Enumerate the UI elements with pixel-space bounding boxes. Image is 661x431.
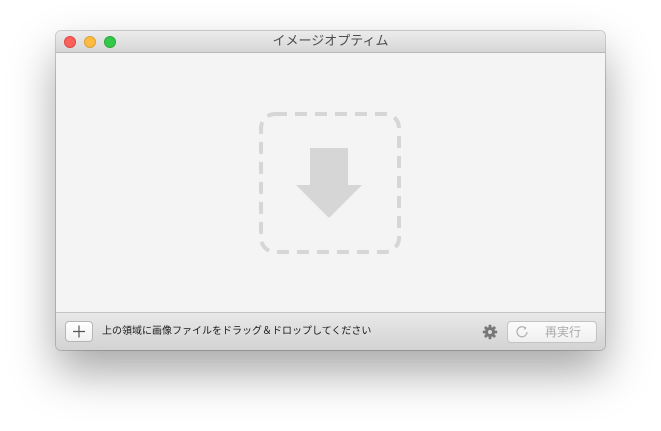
drop-zone[interactable] xyxy=(56,53,605,312)
add-files-button[interactable] xyxy=(65,321,93,342)
drop-hint-text: 上の領域に画像ファイルをドラッグ＆ドロップしてください xyxy=(102,326,372,337)
plus-icon xyxy=(73,325,85,338)
rerun-button[interactable]: 再実行 xyxy=(507,321,597,343)
gear-icon[interactable] xyxy=(482,324,498,340)
main-window: イメージオプティム 上の領域に画像ファイルをドラッグ＆ドロップしてください 再実… xyxy=(56,31,605,350)
refresh-icon xyxy=(516,326,528,338)
download-arrow-icon xyxy=(259,112,401,254)
bottom-toolbar: 上の領域に画像ファイルをドラッグ＆ドロップしてください 再実行 xyxy=(56,312,605,350)
title-bar[interactable]: イメージオプティム xyxy=(56,31,605,53)
rerun-label: 再実行 xyxy=(544,325,581,339)
window-title: イメージオプティム xyxy=(272,34,389,49)
